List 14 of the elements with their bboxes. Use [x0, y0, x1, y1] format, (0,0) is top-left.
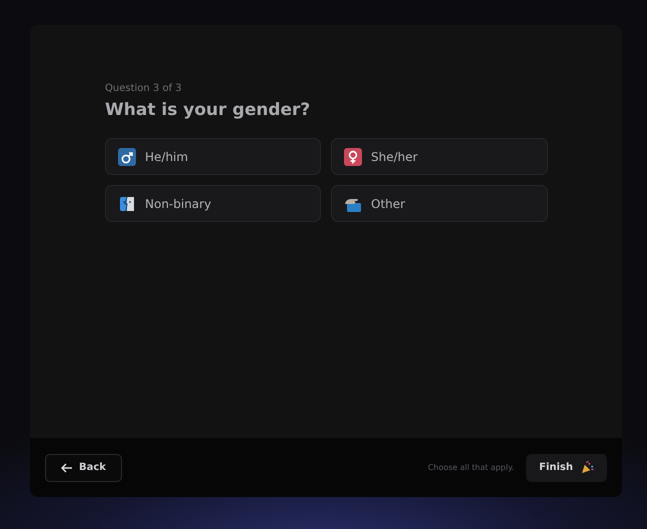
question-number: Question 3 of 3 — [105, 83, 183, 94]
back-button[interactable]: Back — [45, 454, 122, 482]
option-button[interactable]: She/her — [331, 138, 548, 175]
option-button[interactable]: He/him — [105, 138, 321, 175]
option-button[interactable]: Other — [331, 185, 548, 222]
party-popper-icon — [581, 461, 594, 474]
hint-text: Choose all that apply. — [428, 463, 514, 472]
finish-button[interactable]: Finish — [526, 454, 607, 482]
arrow-left-icon — [61, 462, 73, 472]
male-sign-icon — [118, 148, 136, 166]
option-button[interactable]: Non-binary — [105, 185, 321, 222]
female-sign-icon — [344, 148, 362, 166]
question-title: What is your gender? — [105, 100, 312, 120]
face-tile-icon — [118, 194, 136, 212]
